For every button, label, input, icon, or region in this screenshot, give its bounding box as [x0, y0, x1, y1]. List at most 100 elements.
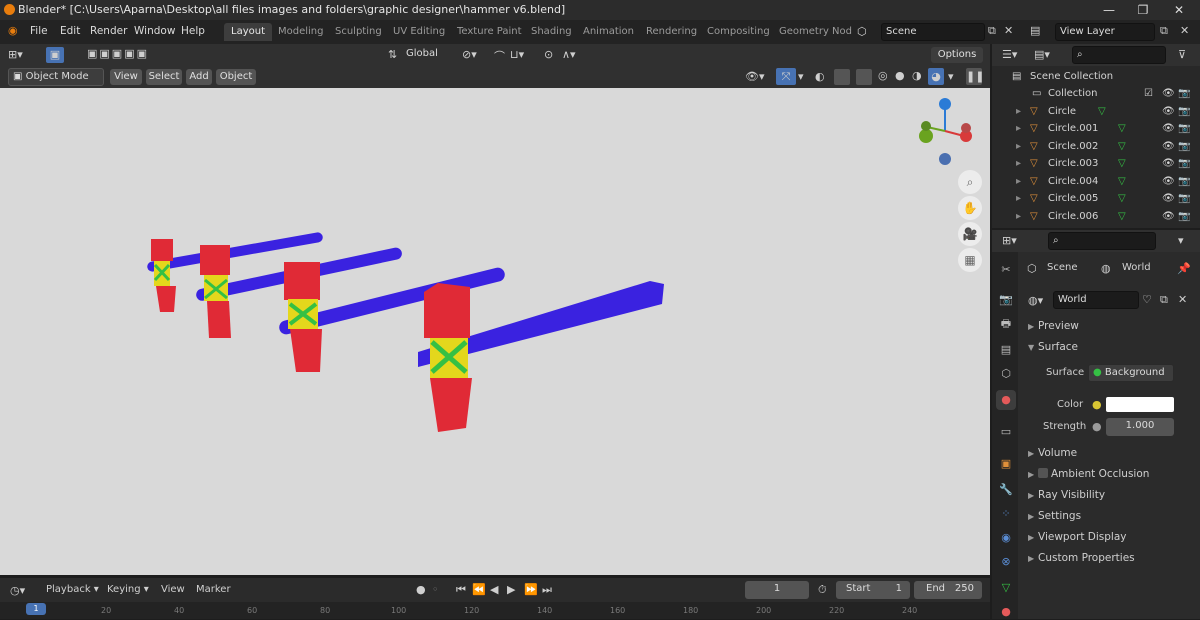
tab-rendering[interactable]: Rendering: [639, 23, 704, 41]
jump-to-start-icon[interactable]: ⏮: [456, 583, 466, 597]
menu-edit[interactable]: Edit: [60, 25, 80, 37]
panel-custom-properties[interactable]: ▶ Custom Properties: [1028, 552, 1135, 564]
panel-surface[interactable]: ▼ Surface: [1028, 341, 1078, 353]
tab-texture-paint[interactable]: Texture Paint: [450, 23, 529, 41]
proportional-edit-icon[interactable]: ⊙: [544, 48, 553, 61]
expand-arrow-icon[interactable]: ▸: [1016, 173, 1021, 190]
snap-target-icon[interactable]: ⊔▾: [510, 48, 524, 61]
camera-icon[interactable]: 📷: [1178, 173, 1190, 190]
object-menu-button[interactable]: Object: [216, 69, 256, 85]
tab-animation[interactable]: Animation: [576, 23, 641, 41]
zoom-icon[interactable]: ⌕: [958, 170, 982, 194]
stopwatch-icon[interactable]: ⏱: [818, 583, 827, 597]
physics-tab-icon[interactable]: ◉: [998, 530, 1014, 546]
hammer-object[interactable]: [418, 281, 664, 432]
xray-icon[interactable]: [834, 69, 850, 85]
navigation-gizmo[interactable]: [919, 98, 972, 165]
surface-shader-field[interactable]: ● Background: [1088, 364, 1174, 382]
eye-icon[interactable]: 👁: [1162, 155, 1175, 172]
outliner-collection[interactable]: ▭ Collection ☑ 👁 📷: [992, 85, 1200, 102]
outliner-object[interactable]: ▸ ▽ Circle.004 ▽ 👁 📷: [992, 173, 1200, 190]
auto-keying-icon[interactable]: ●: [416, 583, 426, 596]
particles-tab-icon[interactable]: ⁘: [998, 506, 1014, 522]
view-layer-selector[interactable]: View Layer: [1055, 23, 1155, 41]
properties-options-icon[interactable]: ▾: [1178, 234, 1184, 247]
strength-field[interactable]: 1.000: [1106, 418, 1174, 436]
menu-file[interactable]: File: [30, 25, 48, 37]
outliner-scene-collection[interactable]: ▤ Scene Collection: [992, 68, 1200, 85]
perspective-grid-icon[interactable]: ▦: [958, 248, 982, 272]
outliner-object[interactable]: ▸ ▽ Circle ▽ 👁 📷: [992, 103, 1200, 120]
expand-arrow-icon[interactable]: ▸: [1016, 190, 1021, 207]
panel-viewport-display[interactable]: ▶ Viewport Display: [1028, 531, 1126, 543]
tab-geometry-nodes[interactable]: Geometry Nod: [772, 23, 859, 41]
jump-to-keyframe-next-icon[interactable]: ⏩: [524, 583, 538, 596]
properties-search-input[interactable]: ⌕: [1048, 232, 1156, 250]
tab-shading[interactable]: Shading: [524, 23, 579, 41]
tab-layout[interactable]: Layout: [224, 23, 272, 41]
timeline-view-menu[interactable]: View: [161, 584, 185, 595]
outliner-object[interactable]: ▸ ▽ Circle.005 ▽ 👁 📷: [992, 190, 1200, 207]
wireframe-shading-icon[interactable]: ◎: [878, 69, 888, 82]
eye-icon[interactable]: 👁: [1162, 190, 1175, 207]
show-gizmo-icon[interactable]: ⤧: [776, 68, 796, 85]
tab-compositing[interactable]: Compositing: [700, 23, 777, 41]
scene-selector[interactable]: Scene: [881, 23, 985, 41]
menu-help[interactable]: Help: [181, 25, 205, 37]
timeline-editor-icon[interactable]: ◷▾: [10, 584, 25, 597]
filter-icon[interactable]: ⊽: [1178, 48, 1186, 61]
pin-icon[interactable]: 📌: [1177, 262, 1191, 275]
material-preview-icon[interactable]: ◑: [912, 69, 922, 82]
scene-icon[interactable]: ⬡: [857, 25, 867, 38]
output-tab-icon[interactable]: 🖶: [998, 316, 1014, 332]
delete-scene-icon[interactable]: ✕: [1004, 24, 1013, 37]
menu-window[interactable]: Window: [134, 25, 175, 37]
view-layer-tab-icon[interactable]: ▤: [998, 342, 1014, 358]
expand-arrow-icon[interactable]: ▸: [1016, 120, 1021, 137]
orientation-dropdown[interactable]: Global: [402, 46, 454, 64]
menu-render[interactable]: Render: [90, 25, 127, 37]
duplicate-world-icon[interactable]: ⧉: [1160, 293, 1168, 307]
playhead[interactable]: 1: [26, 603, 46, 615]
selection-mode-icons[interactable]: ▣▣▣▣▣: [76, 47, 160, 60]
eye-icon[interactable]: 👁: [1162, 173, 1175, 190]
object-mode-dropdown[interactable]: ▣ Object Mode: [8, 68, 104, 86]
camera-icon[interactable]: 📷: [1178, 120, 1190, 137]
blender-menu-icon[interactable]: ◉: [8, 24, 18, 37]
gizmo-neg-x-handle[interactable]: [961, 123, 971, 133]
delete-view-layer-icon[interactable]: ✕: [1180, 24, 1189, 37]
add-menu-button[interactable]: Add: [186, 69, 212, 85]
expand-arrow-icon[interactable]: ▸: [1016, 155, 1021, 172]
outliner-search-input[interactable]: ⌕: [1072, 46, 1166, 64]
outliner-object[interactable]: ▸ ▽ Circle.001 ▽ 👁 📷: [992, 120, 1200, 137]
outliner-object[interactable]: ▸ ▽ Circle.002 ▽ 👁 📷: [992, 138, 1200, 155]
camera-icon[interactable]: 📷: [1178, 190, 1190, 207]
hammer-object[interactable]: [278, 262, 506, 372]
fake-user-icon[interactable]: ♡: [1142, 293, 1152, 306]
collection-tab-icon[interactable]: ▭: [998, 424, 1014, 440]
expand-arrow-icon[interactable]: ▸: [1016, 208, 1021, 225]
exclude-checkbox[interactable]: ☑: [1144, 85, 1153, 102]
overlays-icon[interactable]: ◐: [815, 70, 825, 83]
panel-settings[interactable]: ▶ Settings: [1028, 510, 1081, 522]
unlink-world-icon[interactable]: ✕: [1178, 293, 1187, 306]
play-icon[interactable]: ▶: [507, 583, 515, 596]
eye-icon[interactable]: 👁: [1162, 208, 1175, 225]
color-socket-icon[interactable]: ●: [1092, 398, 1102, 411]
world-name-field[interactable]: World: [1053, 291, 1139, 309]
ambient-occlusion-checkbox[interactable]: [1038, 468, 1048, 478]
options-dropdown[interactable]: Options: [931, 47, 983, 63]
tool-tab-icon[interactable]: ✂: [998, 262, 1014, 278]
render-tab-icon[interactable]: 📷: [998, 292, 1014, 308]
tab-modeling[interactable]: Modeling: [271, 23, 331, 41]
start-frame-field[interactable]: Start 1: [836, 581, 910, 599]
modifier-tab-icon[interactable]: 🔧: [998, 482, 1014, 498]
rendered-shading-icon[interactable]: ◕: [928, 68, 944, 85]
camera-icon[interactable]: 📷: [1178, 85, 1190, 102]
falloff-icon[interactable]: ∧▾: [562, 48, 576, 61]
properties-editor-icon[interactable]: ⊞▾: [1002, 234, 1017, 247]
marker-menu[interactable]: Marker: [196, 584, 231, 595]
current-frame-field[interactable]: 1: [745, 581, 809, 599]
select-menu-button[interactable]: Select: [146, 69, 182, 85]
display-mode-icon[interactable]: ▤▾: [1034, 48, 1050, 61]
